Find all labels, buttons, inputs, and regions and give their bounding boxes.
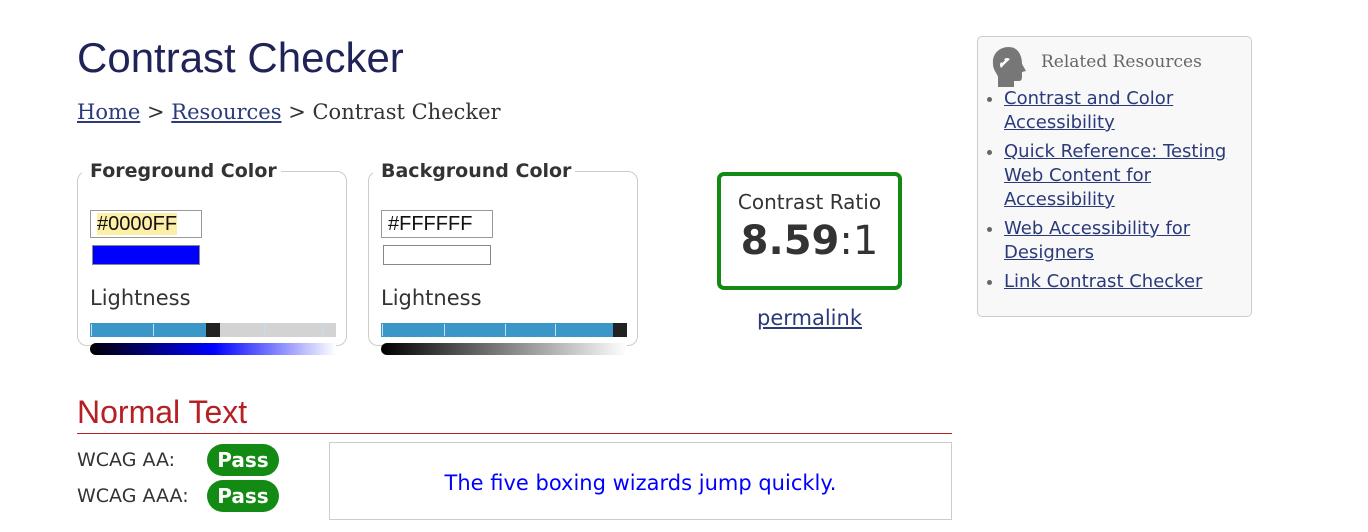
- breadcrumb-home[interactable]: Home: [77, 100, 140, 124]
- breadcrumb-separator: >: [147, 100, 165, 124]
- background-legend: Background Color: [381, 160, 572, 182]
- background-color-panel: Background Color #FFFFFF Lightness: [368, 160, 638, 355]
- related-resources-sidebar: Related Resources Contrast and Color Acc…: [977, 36, 1252, 317]
- slider-tick: [153, 324, 154, 336]
- background-lightness-thumb[interactable]: [613, 323, 627, 337]
- breadcrumb-resources[interactable]: Resources: [171, 100, 281, 124]
- background-lightness-gradient: [381, 343, 627, 355]
- foreground-lightness-label: Lightness: [90, 286, 191, 310]
- slider-tick: [322, 324, 323, 336]
- permalink-link[interactable]: permalink: [757, 306, 862, 330]
- contrast-ratio-box: Contrast Ratio 8.59:1: [717, 172, 902, 290]
- foreground-swatch: [92, 245, 200, 265]
- wcag-aaa-pass-badge: Pass: [207, 480, 279, 512]
- normal-text-heading: Normal Text: [77, 394, 248, 430]
- foreground-color-panel: Foreground Color #0000FF Lightness: [77, 160, 347, 355]
- slider-tick: [555, 324, 556, 336]
- foreground-lightness-thumb[interactable]: [206, 323, 220, 337]
- head-link-icon: [992, 47, 1026, 87]
- wcag-aaa-label: WCAG AAA:: [77, 485, 189, 507]
- background-hex-value: #FFFFFF: [388, 213, 473, 235]
- divider: [77, 433, 952, 434]
- foreground-hex-input[interactable]: #0000FF: [90, 210, 202, 238]
- related-link[interactable]: Link Contrast Checker: [1004, 271, 1202, 292]
- background-lightness-label: Lightness: [381, 286, 482, 310]
- breadcrumb-current: Contrast Checker: [312, 100, 501, 124]
- background-hex-input[interactable]: #FFFFFF: [381, 210, 493, 238]
- wcag-aa-pass-badge: Pass: [207, 444, 279, 476]
- foreground-legend: Foreground Color: [90, 160, 277, 182]
- breadcrumb-separator: >: [288, 100, 306, 124]
- sidebar-title: Related Resources: [1041, 52, 1202, 72]
- breadcrumb: Home > Resources > Contrast Checker: [77, 100, 501, 124]
- foreground-lightness-slider[interactable]: [90, 323, 336, 337]
- wcag-aa-label: WCAG AA:: [77, 449, 176, 471]
- foreground-lightness-fill: [90, 323, 206, 337]
- slider-tick: [505, 324, 506, 336]
- related-link[interactable]: Quick Reference: Testing Web Content for…: [1004, 141, 1226, 210]
- contrast-ratio-label: Contrast Ratio: [737, 190, 882, 214]
- foreground-hex-value: #0000FF: [97, 213, 178, 235]
- related-link[interactable]: Contrast and Color Accessibility: [1004, 88, 1173, 133]
- normal-text-sample: The five boxing wizards jump quickly.: [329, 442, 952, 520]
- slider-tick: [264, 324, 265, 336]
- contrast-ratio-suffix: :1: [839, 218, 879, 264]
- slider-tick: [91, 324, 92, 336]
- slider-tick: [444, 324, 445, 336]
- background-swatch: [383, 245, 491, 265]
- foreground-lightness-gradient: [90, 343, 336, 355]
- page-title: Contrast Checker: [77, 34, 404, 81]
- slider-tick: [382, 324, 383, 336]
- background-lightness-fill: [381, 323, 613, 337]
- background-lightness-slider[interactable]: [381, 323, 627, 337]
- related-link[interactable]: Web Accessibility for Designers: [1004, 218, 1190, 263]
- contrast-ratio-value: 8.59: [740, 218, 840, 264]
